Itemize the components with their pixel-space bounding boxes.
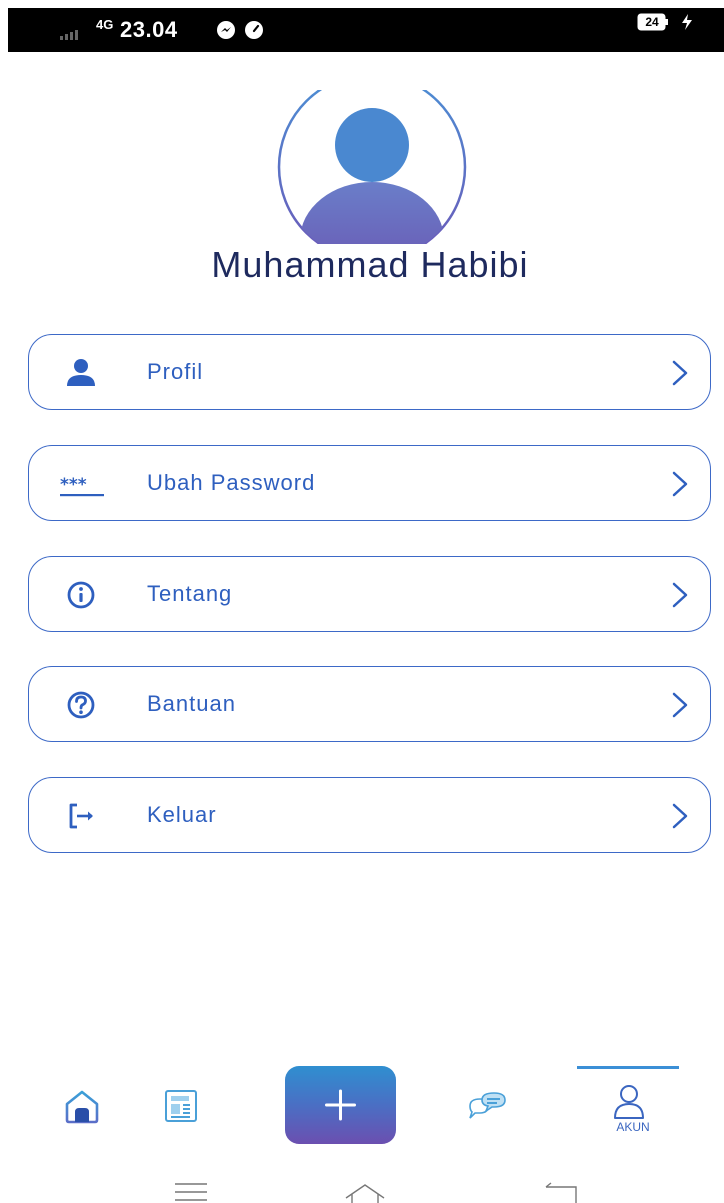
active-tab-indicator <box>577 1066 679 1069</box>
menu-label-profil: Profil <box>147 359 204 384</box>
messenger-icon <box>217 21 235 39</box>
chevron-right-icon <box>672 471 688 497</box>
user-name: Muhammad Habibi <box>211 244 529 285</box>
status-time: 23.04 <box>120 17 178 42</box>
chevron-right-icon <box>672 803 688 829</box>
tab-label-akun[interactable]: AKUN <box>596 1120 670 1134</box>
status-bar: 4G 23.04 <box>8 8 724 52</box>
user-icon[interactable] <box>612 1084 646 1120</box>
menu-item-profil[interactable]: Profil <box>28 334 711 410</box>
chevron-right-icon <box>672 692 688 718</box>
info-icon <box>67 581 95 609</box>
home-outline-icon[interactable] <box>344 1182 386 1203</box>
menu-item-bantuan[interactable]: Bantuan <box>28 666 711 742</box>
network-type: 4G <box>96 17 114 32</box>
speedometer-icon <box>245 21 263 39</box>
menu-label-bantuan: Bantuan <box>147 691 236 716</box>
menu-item-ubah-password[interactable]: *** Ubah Password <box>28 445 711 521</box>
person-icon <box>67 359 95 386</box>
battery-level: 24 <box>645 15 659 29</box>
chevron-right-icon <box>672 582 688 608</box>
chevron-right-icon <box>672 360 688 386</box>
help-icon <box>67 691 95 719</box>
password-icon: *** <box>60 475 104 497</box>
home-icon[interactable] <box>64 1088 100 1124</box>
back-icon[interactable] <box>542 1182 580 1203</box>
signal-icon <box>60 30 78 40</box>
menu-item-keluar[interactable]: Keluar <box>28 777 711 853</box>
newspaper-icon[interactable] <box>164 1089 200 1123</box>
menu-item-tentang[interactable]: Tentang <box>28 556 711 632</box>
add-button[interactable] <box>285 1066 396 1144</box>
avatar <box>277 90 467 244</box>
logout-icon <box>69 803 93 829</box>
charging-icon <box>682 14 692 30</box>
plus-icon <box>325 1089 356 1121</box>
menu-label-keluar: Keluar <box>147 802 217 827</box>
chat-icon[interactable] <box>466 1090 508 1122</box>
menu-icon[interactable] <box>174 1182 208 1203</box>
svg-text:***: *** <box>60 475 87 495</box>
menu-label-ubah-password: Ubah Password <box>147 470 316 495</box>
menu-label-tentang: Tentang <box>147 581 233 606</box>
